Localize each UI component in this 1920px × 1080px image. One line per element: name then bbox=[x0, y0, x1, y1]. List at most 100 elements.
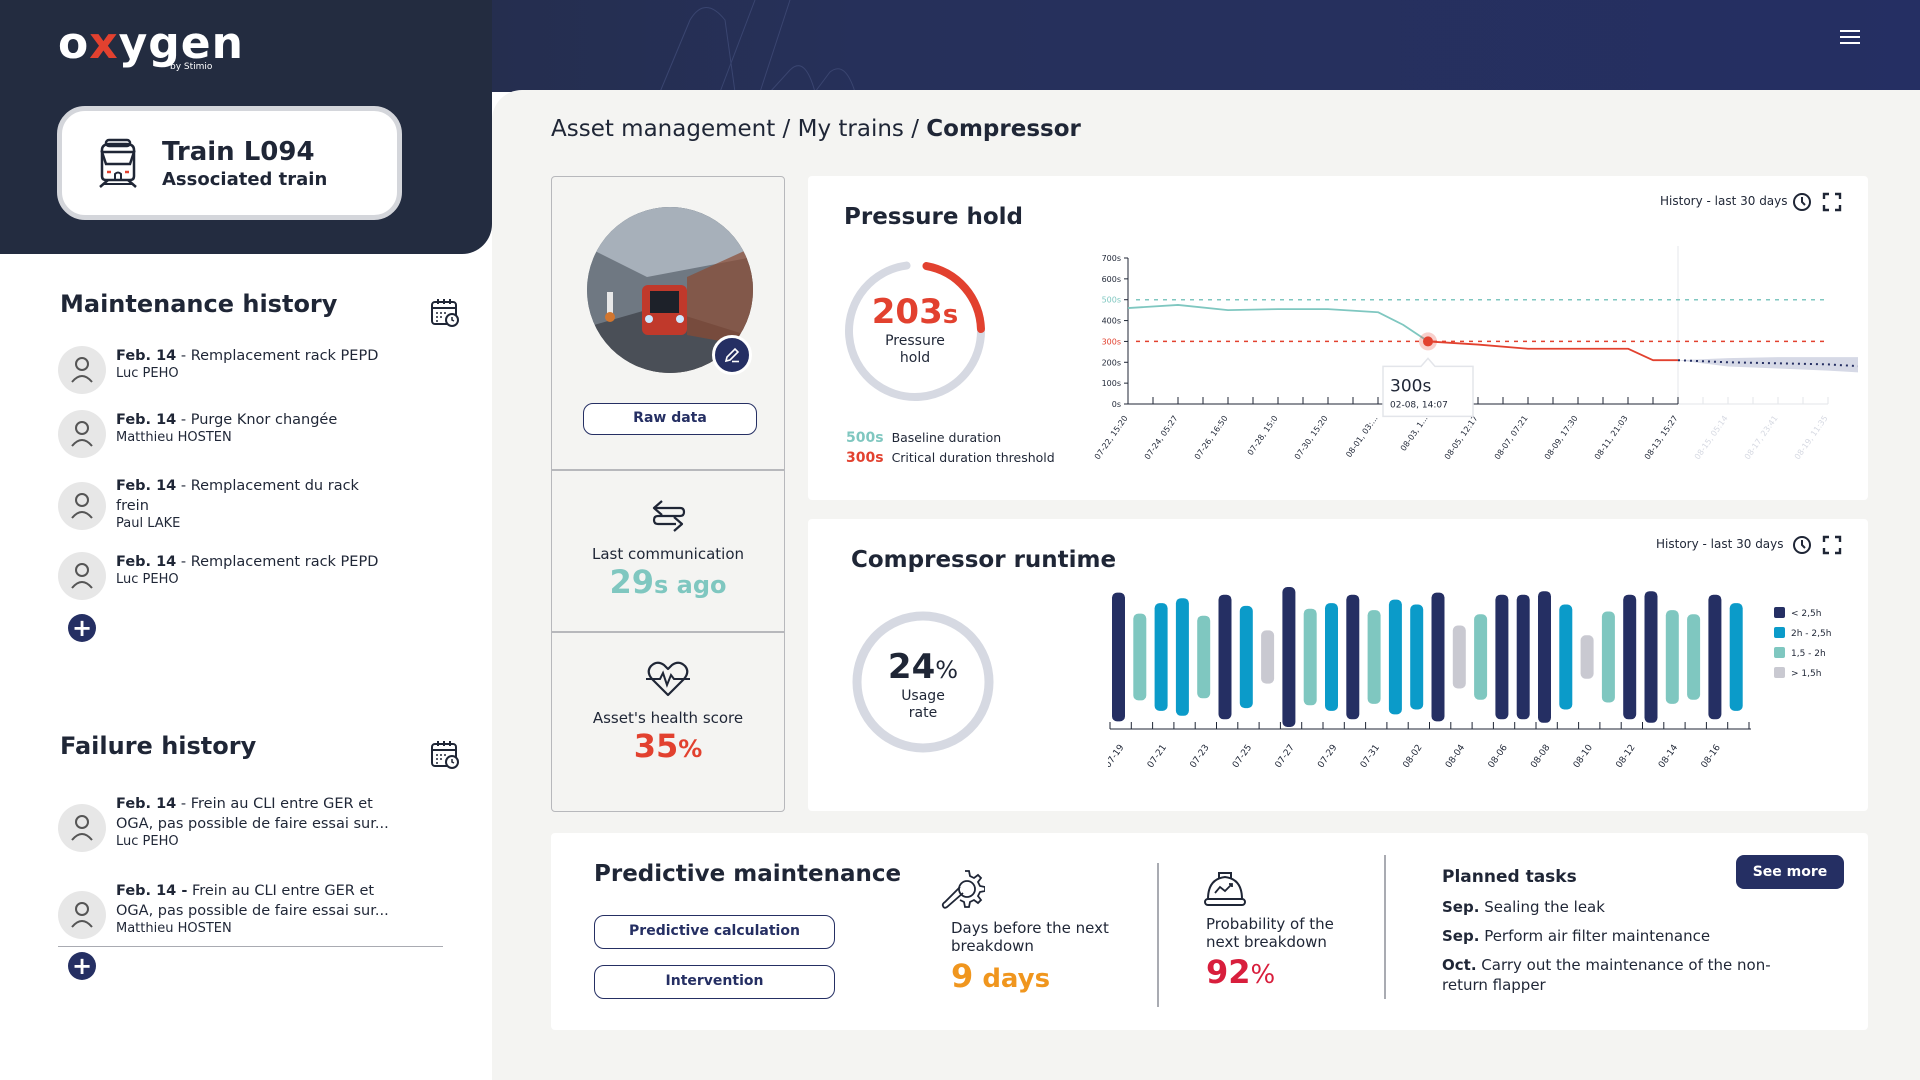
failure-item[interactable]: Feb. 14 - Frein au CLI entre GER et OGA,… bbox=[58, 881, 401, 939]
x-tick-label: 08-09, 17:30 bbox=[1543, 414, 1580, 461]
breadcrumb-path[interactable]: Asset management / My trains / bbox=[551, 116, 926, 142]
maintenance-history-title: Maintenance history bbox=[60, 290, 338, 318]
failure-item[interactable]: Feb. 14 - Frein au CLI entre GER et OGA,… bbox=[58, 794, 401, 852]
x-tick-label: 07-22, 15:20 bbox=[1093, 414, 1130, 461]
calendar-icon[interactable] bbox=[430, 740, 460, 770]
edit-photo-button[interactable] bbox=[712, 335, 752, 375]
x-tick-label: 08-04 bbox=[1444, 743, 1467, 770]
bar bbox=[1580, 635, 1594, 679]
add-failure-button[interactable]: + bbox=[68, 952, 96, 980]
critical-value: 300s bbox=[846, 450, 884, 466]
menu-button[interactable] bbox=[1840, 30, 1860, 46]
bar bbox=[1388, 599, 1402, 715]
decorative-lines bbox=[659, 0, 856, 92]
asset-separator bbox=[552, 631, 784, 633]
fullscreen-icon[interactable] bbox=[1822, 192, 1842, 212]
item-date: Feb. 14 bbox=[116, 796, 177, 812]
legend-label: 2h - 2,5h bbox=[1791, 629, 1831, 639]
x-tick-label: 07-19 bbox=[1108, 743, 1127, 770]
avatar bbox=[58, 891, 106, 939]
avatar bbox=[58, 410, 106, 458]
intervention-button[interactable]: Intervention bbox=[594, 965, 835, 999]
item-date: Feb. 14 bbox=[116, 348, 177, 364]
bar bbox=[1516, 594, 1530, 720]
failure-history-title: Failure history bbox=[60, 732, 257, 760]
train-card[interactable]: Train L094 Associated train bbox=[57, 106, 402, 220]
x-tick-label: 08-10 bbox=[1572, 743, 1595, 770]
bar bbox=[1197, 615, 1211, 699]
usage-gauge-label-1: Usage bbox=[901, 688, 945, 704]
y-tick-label: 100s bbox=[1102, 379, 1121, 388]
raw-data-button[interactable]: Raw data bbox=[583, 403, 757, 435]
last-communication-label: Last communication bbox=[591, 545, 744, 563]
bar bbox=[1303, 608, 1317, 706]
y-tick-label: 600s bbox=[1102, 275, 1121, 284]
bar bbox=[1239, 605, 1253, 709]
maintenance-item[interactable]: Feb. 14 - Remplacement rack PEPD Luc PEH… bbox=[58, 346, 406, 394]
heart-pulse-icon bbox=[646, 661, 690, 697]
clock-icon[interactable] bbox=[1792, 535, 1812, 555]
task-text: Carry out the maintenance of the non-ret… bbox=[1442, 956, 1771, 994]
menu-icon-bar bbox=[1840, 42, 1860, 44]
bar bbox=[1601, 611, 1615, 703]
legend-swatch bbox=[1774, 647, 1785, 658]
y-tick-label: 500s bbox=[1102, 296, 1121, 305]
fullscreen-icon[interactable] bbox=[1822, 535, 1842, 555]
see-more-button[interactable]: See more bbox=[1736, 855, 1844, 889]
days-value: 9 bbox=[951, 957, 974, 995]
maintenance-item[interactable]: Feb. 14 - Remplacement du rack frein Pau… bbox=[58, 476, 381, 532]
days-unit: days bbox=[973, 964, 1051, 994]
bar bbox=[1112, 592, 1125, 722]
add-maintenance-button[interactable]: + bbox=[68, 614, 96, 642]
asset-panel: Raw data Last communication 29s ago Asse… bbox=[551, 176, 785, 812]
x-tick-label: 07-27 bbox=[1274, 743, 1297, 770]
pressure-hold-title: Pressure hold bbox=[844, 204, 1024, 230]
x-tick-label: 08-16 bbox=[1700, 743, 1723, 770]
avatar bbox=[58, 552, 106, 600]
x-tick-label: 08-06 bbox=[1487, 743, 1510, 770]
health-score-unit: % bbox=[678, 735, 703, 763]
x-tick-label: 08-12 bbox=[1614, 743, 1637, 770]
bar bbox=[1154, 603, 1168, 711]
last-communication-value: 29 bbox=[609, 563, 654, 601]
pressure-gauge-label-1: Pressure bbox=[885, 333, 945, 349]
maintenance-item[interactable]: Feb. 14 - Remplacement rack PEPD Luc PEH… bbox=[58, 552, 406, 600]
x-tick-label: 08-01, 03:... bbox=[1344, 414, 1379, 459]
logo-subtitle: by Stimio bbox=[170, 62, 213, 72]
x-tick-label: 08-02 bbox=[1401, 743, 1424, 770]
baseline-legend: 500s Baseline duration bbox=[846, 430, 1001, 446]
usage-gauge-unit: % bbox=[935, 656, 959, 684]
health-score-label: Asset's health score bbox=[592, 709, 744, 727]
bar bbox=[1729, 603, 1743, 711]
task-month: Sep. bbox=[1442, 898, 1480, 916]
planned-task[interactable]: Sep. Sealing the leak bbox=[1442, 897, 1812, 917]
baseline-value: 500s bbox=[846, 430, 884, 446]
breadcrumb: Asset management / My trains / Compresso… bbox=[551, 116, 1081, 142]
pressure-gauge-value: 203 bbox=[871, 292, 943, 332]
predictive-calculation-button[interactable]: Predictive calculation bbox=[594, 915, 835, 949]
probability-unit: % bbox=[1250, 960, 1276, 990]
bar bbox=[1367, 610, 1381, 704]
critical-label: Critical duration threshold bbox=[891, 450, 1055, 465]
logo[interactable]: oxygen oxygen bbox=[58, 18, 244, 69]
calendar-icon[interactable] bbox=[430, 298, 460, 328]
planned-task[interactable]: Oct. Carry out the maintenance of the no… bbox=[1442, 955, 1792, 995]
planned-task[interactable]: Sep. Perform air filter maintenance bbox=[1442, 926, 1812, 946]
item-author: Luc PEHO bbox=[116, 834, 179, 849]
last-communication-unit: s ago bbox=[654, 571, 727, 599]
task-text: Sealing the leak bbox=[1479, 898, 1605, 916]
x-tick-label: 08-17, 23:41 bbox=[1743, 414, 1780, 461]
bar bbox=[1346, 594, 1360, 720]
sidebar-divider bbox=[58, 946, 443, 947]
task-month: Oct. bbox=[1442, 956, 1477, 974]
x-tick-label: 07-31 bbox=[1359, 743, 1382, 770]
asset-separator bbox=[552, 469, 784, 471]
legend-label: < 2,5h bbox=[1791, 609, 1821, 619]
predictive-maintenance-card: Predictive maintenance Predictive calcul… bbox=[551, 833, 1868, 1030]
clock-icon[interactable] bbox=[1792, 192, 1812, 212]
pressure-gauge-unit: s bbox=[942, 300, 959, 330]
bar bbox=[1665, 610, 1679, 704]
compressor-runtime-title: Compressor runtime bbox=[851, 547, 1117, 573]
maintenance-item[interactable]: Feb. 14 - Purge Knor changée Matthieu HO… bbox=[58, 410, 406, 458]
series-line bbox=[1427, 340, 1678, 362]
